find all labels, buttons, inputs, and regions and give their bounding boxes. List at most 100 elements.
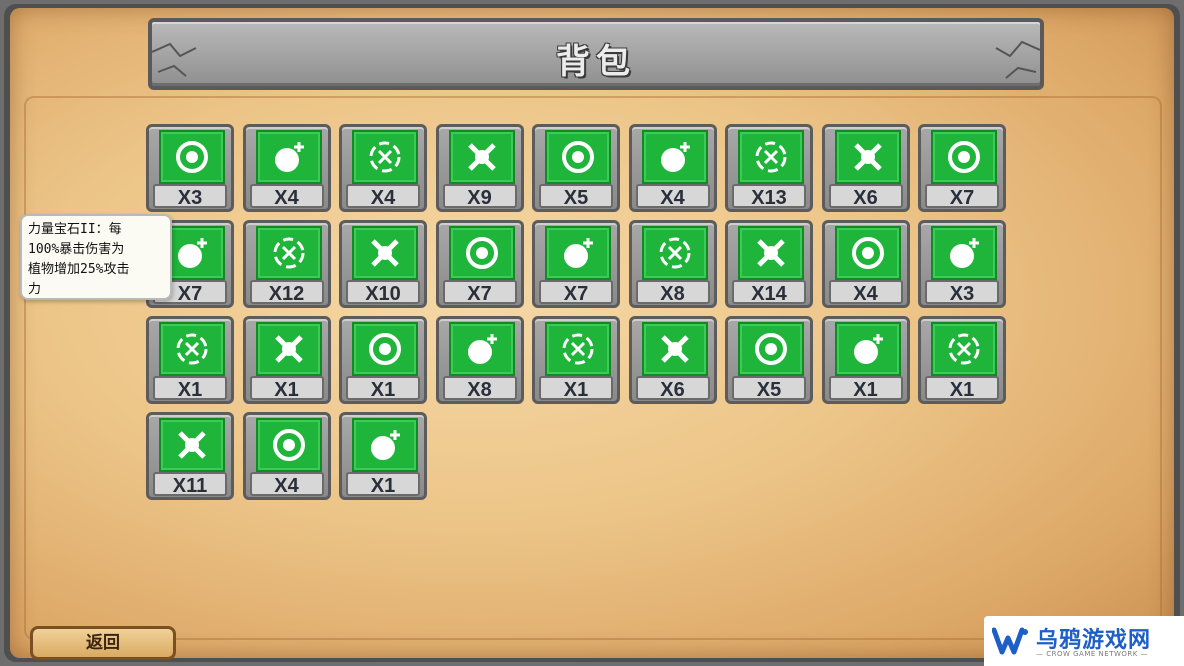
inventory-slot[interactable]: X3 bbox=[918, 220, 1006, 308]
inventory-slot[interactable]: X6 bbox=[821, 124, 910, 212]
inventory-slot[interactable]: X4 bbox=[242, 412, 331, 500]
inventory-slot[interactable]: X8 bbox=[435, 316, 524, 404]
inventory-grid: X3 X4 X4 X9 X5 X4 X13 X6 X7 X7 X12 X10 X7 X7 X8 X14 X4 X3… bbox=[146, 124, 1006, 500]
inventory-slot[interactable]: X4 bbox=[242, 124, 331, 212]
item-count-box: X4 bbox=[635, 184, 710, 209]
item-count-box: X1 bbox=[539, 376, 613, 401]
clover-ring-gem-icon bbox=[834, 226, 901, 280]
item-count: X10 bbox=[365, 283, 401, 305]
item-count-box: X1 bbox=[828, 376, 903, 401]
inventory-slot[interactable]: X5 bbox=[725, 316, 813, 404]
inventory-slot[interactable]: X4 bbox=[339, 124, 427, 212]
item-count-box: X8 bbox=[635, 280, 710, 305]
item-count-box: X3 bbox=[925, 280, 999, 305]
item-count-box: X7 bbox=[925, 184, 999, 209]
inventory-slot[interactable]: X1 bbox=[339, 412, 427, 500]
item-count-box: X9 bbox=[442, 184, 517, 209]
item-count: X6 bbox=[660, 379, 685, 401]
inventory-slot[interactable]: X13 bbox=[725, 124, 813, 212]
item-count: X4 bbox=[660, 187, 685, 209]
item-count-box: X1 bbox=[153, 376, 227, 401]
fire-mouth-gem-icon bbox=[641, 322, 708, 376]
item-count: X4 bbox=[274, 187, 299, 209]
sun-plus-gem-icon bbox=[255, 226, 322, 280]
chomper-mouth-gem-icon bbox=[931, 226, 997, 280]
heart-shield-gem-icon bbox=[738, 226, 804, 280]
inventory-slot[interactable]: X1 bbox=[339, 316, 427, 404]
item-count: X1 bbox=[177, 379, 203, 401]
item-count-box: X11 bbox=[153, 472, 227, 497]
tooltip-line: 植物增加25%攻击 bbox=[28, 262, 130, 277]
inventory-slot[interactable]: X1 bbox=[242, 316, 331, 404]
item-count: X7 bbox=[467, 283, 492, 305]
inventory-slot[interactable]: X7 bbox=[532, 220, 620, 308]
item-count-box: X7 bbox=[539, 280, 613, 305]
item-count: X6 bbox=[853, 187, 878, 209]
item-count: X1 bbox=[853, 379, 878, 401]
item-count-box: X13 bbox=[732, 184, 806, 209]
drop-circle-gem-icon bbox=[545, 322, 611, 376]
peashooter-ring-gem-icon bbox=[545, 130, 611, 184]
item-count: X5 bbox=[756, 379, 782, 401]
item-count: X9 bbox=[467, 187, 492, 209]
item-tooltip: 力量宝石II：每 100%暴击伤害为 植物增加25%攻击 力 bbox=[20, 214, 172, 300]
item-count: X8 bbox=[467, 379, 492, 401]
cherry-bomb-plus-gem-icon bbox=[255, 418, 322, 472]
item-count-box: X10 bbox=[346, 280, 420, 305]
chomper-fire-gem-icon bbox=[931, 322, 997, 376]
item-count: X1 bbox=[949, 379, 975, 401]
cactus-plus-gem-icon bbox=[545, 226, 611, 280]
inventory-slot[interactable]: X12 bbox=[242, 220, 331, 308]
inventory-slot[interactable]: X9 bbox=[435, 124, 524, 212]
inventory-slot[interactable]: X6 bbox=[628, 316, 717, 404]
inventory-slot[interactable]: X4 bbox=[628, 124, 717, 212]
inventory-slot[interactable]: X4 bbox=[821, 220, 910, 308]
inventory-slot[interactable]: X3 bbox=[146, 124, 234, 212]
item-count: X4 bbox=[370, 187, 396, 209]
inventory-slot[interactable]: X8 bbox=[628, 220, 717, 308]
inventory-slot[interactable]: X7 bbox=[918, 124, 1006, 212]
item-count-box: X5 bbox=[539, 184, 613, 209]
inventory-slot[interactable]: X10 bbox=[339, 220, 427, 308]
item-count-box: X4 bbox=[828, 280, 903, 305]
inventory-slot[interactable]: X7 bbox=[435, 220, 524, 308]
plus-circle-ring-gem-icon bbox=[834, 322, 901, 376]
twin-seed-plus-gem-icon bbox=[738, 322, 804, 376]
item-count: X4 bbox=[274, 475, 299, 497]
item-count-box: X12 bbox=[249, 280, 324, 305]
crack-right-icon bbox=[995, 40, 1040, 79]
crow-logo-icon bbox=[992, 627, 1028, 655]
watermark: 乌鸦游戏网 — CROW GAME NETWORK — bbox=[984, 616, 1184, 666]
item-count-box: X4 bbox=[346, 184, 420, 209]
inventory-slot[interactable]: X1 bbox=[532, 316, 620, 404]
seed-plus-gem-icon bbox=[255, 130, 322, 184]
hammer-minus-gem-icon bbox=[448, 322, 515, 376]
inventory-slot[interactable]: X1 bbox=[821, 316, 910, 404]
bomb-plus-gem-icon bbox=[352, 226, 418, 280]
item-count-box: X1 bbox=[925, 376, 999, 401]
peashooter-gem-icon bbox=[159, 130, 225, 184]
watermark-subtitle: — CROW GAME NETWORK — bbox=[1036, 650, 1149, 658]
page-title: 背包 bbox=[556, 42, 636, 82]
item-count-box: X1 bbox=[346, 376, 420, 401]
item-count: X4 bbox=[853, 283, 878, 305]
back-button[interactable]: 返回 bbox=[30, 626, 176, 660]
item-count: X13 bbox=[751, 187, 787, 209]
inventory-slot[interactable]: X1 bbox=[918, 316, 1006, 404]
item-count: X14 bbox=[751, 283, 787, 305]
hand-minus-gem-icon bbox=[834, 130, 901, 184]
plus-circle-gem-icon bbox=[255, 322, 322, 376]
inventory-slot[interactable]: X11 bbox=[146, 412, 234, 500]
item-count-box: X3 bbox=[153, 184, 227, 209]
tooltip-line: 力 bbox=[28, 282, 42, 297]
inventory-slot[interactable]: X1 bbox=[146, 316, 234, 404]
chomper-ring-gem-icon bbox=[159, 322, 225, 376]
item-count: X8 bbox=[660, 283, 685, 305]
item-count-box: X6 bbox=[828, 184, 903, 209]
tooltip-line: 力量宝石II：每 bbox=[28, 222, 122, 237]
item-count: X1 bbox=[370, 475, 396, 497]
item-count-box: X8 bbox=[442, 376, 517, 401]
item-count: X5 bbox=[563, 187, 589, 209]
inventory-slot[interactable]: X5 bbox=[532, 124, 620, 212]
inventory-slot[interactable]: X14 bbox=[725, 220, 813, 308]
